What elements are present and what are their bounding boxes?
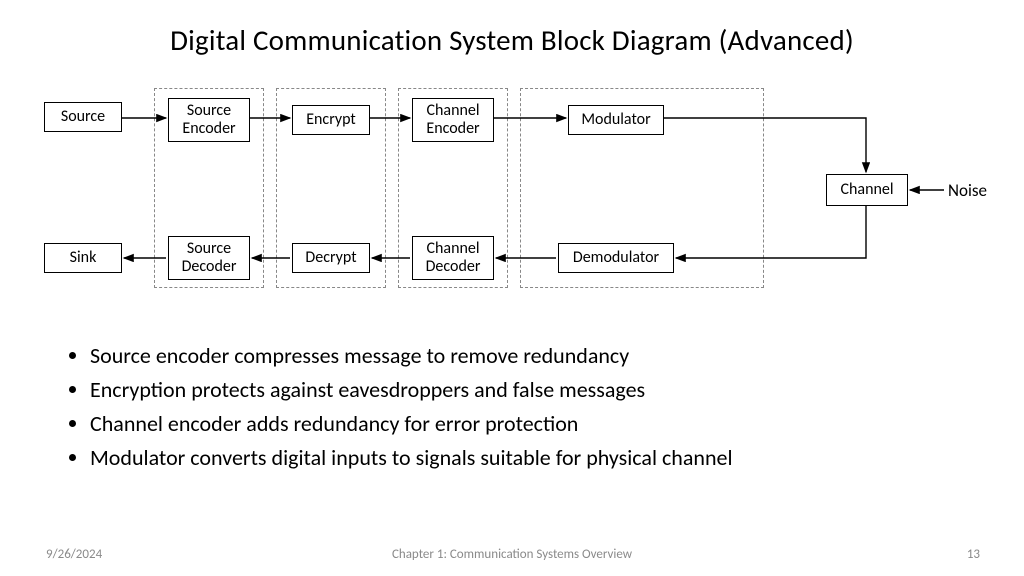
- footer-chapter: Chapter 1: Communication Systems Overvie…: [0, 547, 1024, 562]
- bullet-item: Channel encoder adds redundancy for erro…: [90, 408, 733, 440]
- block-diagram: Source Source Encoder Encrypt Channel En…: [28, 88, 996, 318]
- diagram-arrows: [28, 88, 996, 318]
- bullet-item: Encryption protects against eavesdropper…: [90, 374, 733, 406]
- footer-page: 13: [967, 547, 980, 562]
- bullet-list: Source encoder compresses message to rem…: [70, 340, 733, 476]
- bullet-item: Modulator converts digital inputs to sig…: [90, 442, 733, 474]
- page-title: Digital Communication System Block Diagr…: [0, 0, 1024, 58]
- bullet-item: Source encoder compresses message to rem…: [90, 340, 733, 372]
